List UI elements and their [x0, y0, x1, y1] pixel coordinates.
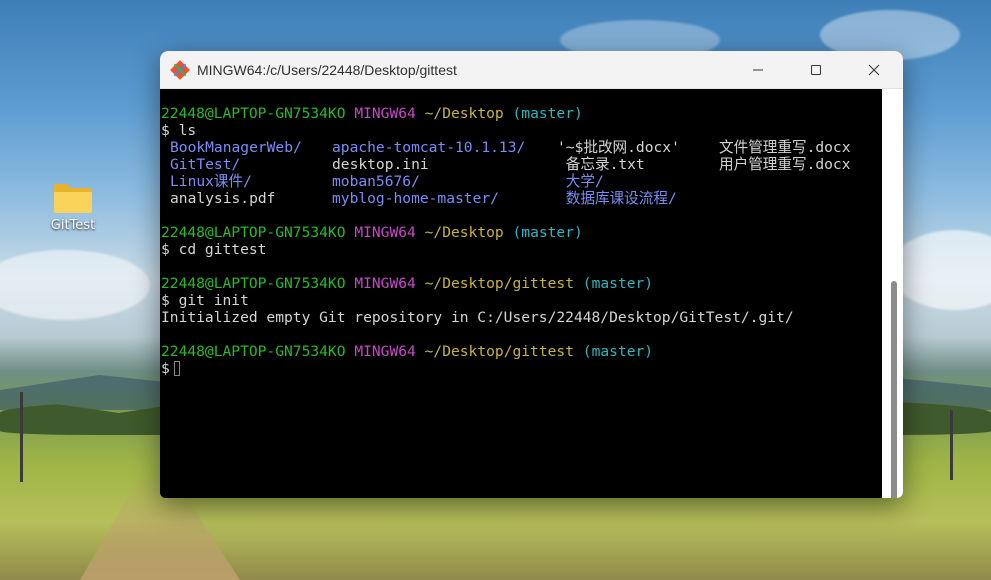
ls-entry: [719, 190, 879, 207]
prompt-branch: (master): [512, 224, 583, 241]
prompt-branch: (master): [512, 105, 583, 122]
prompt-line: 22448@LAPTOP-GN7534KO MINGW64 ~/Desktop/…: [161, 275, 882, 292]
ls-entry: 数据库课设流程/: [557, 190, 677, 207]
prompt-line: 22448@LAPTOP-GN7534KO MINGW64 ~/Desktop …: [161, 105, 882, 122]
scrollbar-thumb[interactable]: [891, 281, 897, 498]
prompt-user: 22448@LAPTOP-GN7534KO: [161, 224, 346, 241]
window-title: MINGW64:/c/Users/22448/Desktop/gittest: [197, 61, 457, 78]
desktop-background: GitTest MINGW64:/c/Users/22448/Desktop/g…: [0, 0, 991, 580]
ls-entry: '~$批改网.docx': [557, 139, 680, 156]
ls-output: BookManagerWeb/ apache-tomcat-10.1.13/ '…: [161, 139, 882, 207]
minimize-button[interactable]: [729, 51, 787, 88]
ls-entry: BookManagerWeb/: [170, 139, 302, 156]
prompt-user: 22448@LAPTOP-GN7534KO: [161, 105, 346, 122]
text-cursor: [173, 361, 180, 376]
maximize-icon: [811, 64, 821, 75]
prompt-user: 22448@LAPTOP-GN7534KO: [161, 343, 346, 360]
ls-entry: 备忘录.txt: [557, 156, 645, 173]
folder-icon: [54, 184, 92, 213]
prompt-shell: MINGW64: [354, 224, 416, 241]
terminal-window[interactable]: MINGW64:/c/Users/22448/Desktop/gittest 2…: [160, 51, 903, 498]
command-line: $ cd gittest: [161, 241, 267, 258]
prompt-branch: (master): [582, 275, 654, 292]
prompt-line: 22448@LAPTOP-GN7534KO MINGW64 ~/Desktop/…: [161, 343, 882, 360]
ls-entry: 文件管理重写.docx: [719, 139, 851, 156]
prompt-shell: MINGW64: [354, 343, 416, 360]
prompt-path: ~/Desktop/gittest: [424, 275, 574, 292]
git-bash-icon: [170, 59, 190, 80]
desktop-icon-gittest[interactable]: GitTest: [40, 182, 106, 233]
ls-entry: analysis.pdf: [170, 190, 276, 207]
ls-entry: desktop.ini: [332, 156, 429, 173]
minimize-icon: [753, 69, 763, 70]
ls-entry: 用户管理重写.docx: [719, 156, 851, 173]
utility-pole: [950, 410, 953, 480]
prompt-path: ~/Desktop/gittest: [424, 343, 574, 360]
ls-entry: GitTest/: [170, 156, 241, 173]
input-line[interactable]: $: [161, 360, 882, 377]
git-init-output: Initialized empty Git repository in C:/U…: [161, 309, 794, 326]
prompt-line: 22448@LAPTOP-GN7534KO MINGW64 ~/Desktop …: [161, 224, 882, 241]
close-button[interactable]: [845, 51, 903, 88]
cloud: [0, 250, 150, 320]
utility-pole: [20, 392, 23, 482]
command-line: $ git init: [161, 292, 249, 309]
ls-entry: apache-tomcat-10.1.13/: [332, 139, 526, 156]
terminal-output[interactable]: 22448@LAPTOP-GN7534KO MINGW64 ~/Desktop …: [160, 89, 882, 498]
ls-entry: Linux课件/: [170, 173, 252, 190]
ls-entry: 大学/: [557, 173, 604, 190]
prompt-user: 22448@LAPTOP-GN7534KO: [161, 275, 346, 292]
prompt-path: ~/Desktop: [424, 224, 504, 241]
ls-entry: moban5676/: [332, 173, 420, 190]
desktop-icon-label: GitTest: [50, 218, 96, 233]
scrollbar[interactable]: [882, 89, 903, 498]
prompt-shell: MINGW64: [354, 105, 416, 122]
prompt-branch: (master): [582, 343, 654, 360]
prompt-path: ~/Desktop: [424, 105, 504, 122]
cloud: [890, 230, 991, 310]
ls-entry: [719, 173, 879, 190]
title-bar[interactable]: MINGW64:/c/Users/22448/Desktop/gittest: [160, 51, 903, 89]
prompt-shell: MINGW64: [354, 275, 416, 292]
ls-entry: myblog-home-master/: [332, 190, 499, 207]
close-icon: [868, 64, 880, 75]
prompt-symbol: $: [161, 360, 170, 377]
maximize-button[interactable]: [787, 51, 845, 88]
command-line: $ ls: [161, 122, 197, 139]
